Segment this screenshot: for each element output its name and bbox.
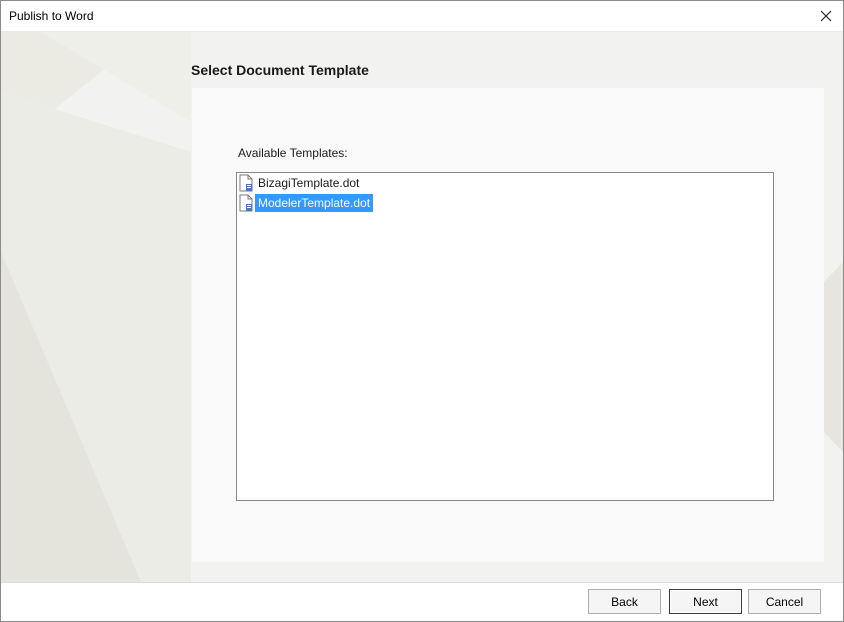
back-button[interactable]: Back (588, 589, 661, 614)
document-icon (239, 174, 253, 192)
step-title: Select Document Template (191, 62, 369, 78)
template-name: BizagiTemplate.dot (258, 176, 360, 190)
cancel-button[interactable]: Cancel (748, 589, 821, 614)
button-bar: Back Next Cancel (1, 582, 843, 621)
template-panel: Available Templates: BizagiTemplate.dot (192, 88, 824, 562)
list-item[interactable]: BizagiTemplate.dot (237, 173, 362, 193)
document-icon (239, 194, 253, 212)
close-icon (820, 10, 832, 22)
title-bar: Publish to Word (1, 1, 843, 32)
wizard-content: Select Document Template Available Templ… (1, 32, 843, 582)
available-templates-label: Available Templates: (238, 146, 348, 160)
next-button[interactable]: Next (669, 589, 742, 614)
window-title: Publish to Word (9, 9, 94, 23)
template-name: ModelerTemplate.dot (255, 194, 374, 212)
publish-to-word-dialog: Publish to Word Select Document Template… (0, 0, 844, 622)
templates-listbox[interactable]: BizagiTemplate.dot ModelerTemplate.dot (236, 172, 774, 501)
close-button[interactable] (809, 1, 843, 31)
list-item[interactable]: ModelerTemplate.dot (237, 193, 374, 213)
